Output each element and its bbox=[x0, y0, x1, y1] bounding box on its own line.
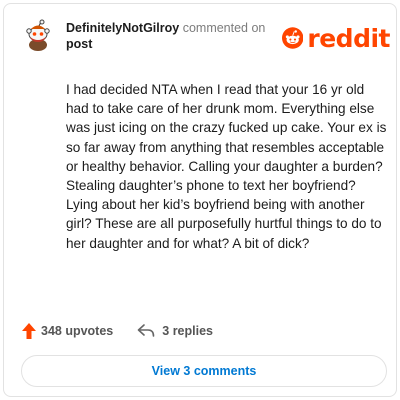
reddit-wordmark: reddit bbox=[307, 23, 390, 53]
commented-on-text: commented on bbox=[182, 21, 266, 35]
reddit-logo: reddit bbox=[282, 23, 390, 53]
reddit-snoo-icon bbox=[282, 27, 304, 49]
upvote-button[interactable]: 348 upvotes bbox=[22, 323, 113, 339]
reply-count: 3 replies bbox=[162, 324, 213, 338]
snoo-avatar-icon bbox=[26, 19, 50, 51]
upvote-count: 348 upvotes bbox=[41, 324, 114, 338]
comment-header: DefinitelyNotGilroy commented on post bbox=[66, 20, 276, 52]
reply-button[interactable]: 3 replies bbox=[137, 324, 213, 338]
reply-arrow-icon bbox=[137, 324, 155, 337]
user-avatar[interactable] bbox=[22, 19, 54, 51]
view-comments-button[interactable]: View 3 comments bbox=[21, 355, 387, 387]
upvote-arrow-icon bbox=[22, 323, 36, 339]
view-comments-label: View 3 comments bbox=[151, 364, 257, 378]
comment-text: I had decided NTA when I read that your … bbox=[66, 82, 387, 251]
post-link[interactable]: post bbox=[66, 36, 276, 52]
comment-card: DefinitelyNotGilroy commented on post re… bbox=[3, 3, 397, 397]
username-link[interactable]: DefinitelyNotGilroy bbox=[66, 21, 179, 35]
comment-actions: 348 upvotes 3 replies bbox=[22, 321, 213, 341]
